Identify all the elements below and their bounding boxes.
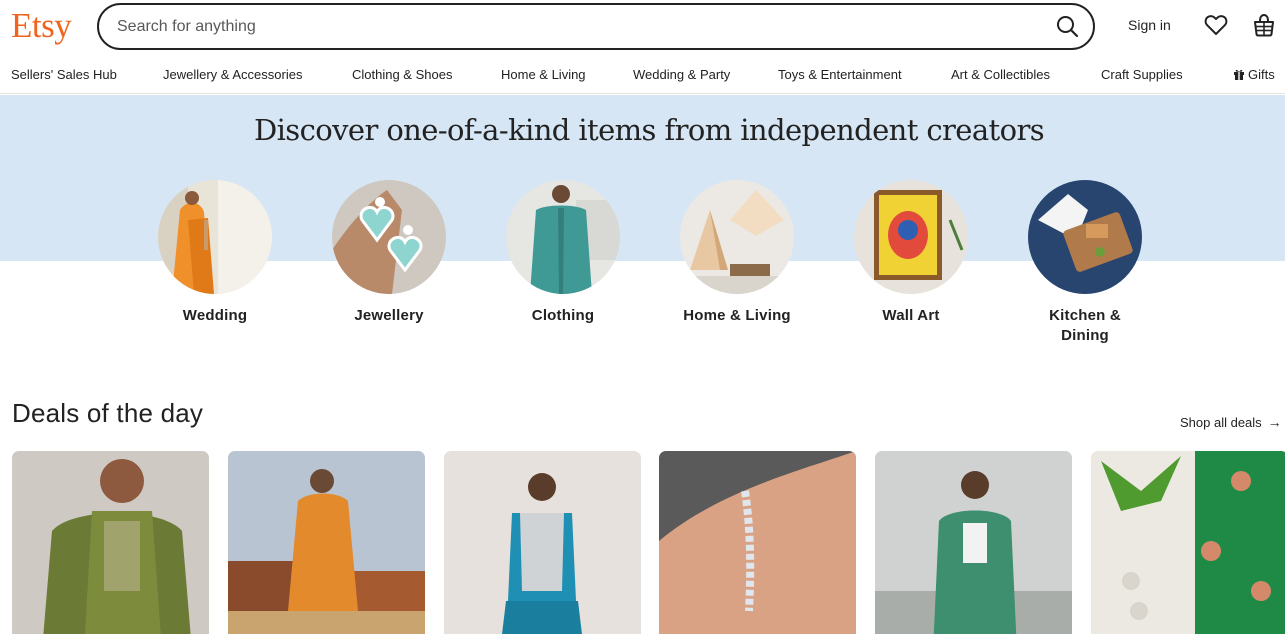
gifts-label: Gifts xyxy=(1248,67,1275,82)
deal-image xyxy=(444,451,641,634)
deal-card[interactable] xyxy=(444,451,641,634)
hero-title: Discover one-of-a-kind items from indepe… xyxy=(253,113,1045,147)
category-jewellery[interactable]: Jewellery xyxy=(302,180,476,326)
nav-item-jewellery-accessories[interactable]: Jewellery & Accessories xyxy=(163,67,302,82)
category-label: Jewellery xyxy=(354,307,424,324)
deal-image xyxy=(228,451,425,634)
nav-item-gifts[interactable]: Gifts xyxy=(1233,67,1275,83)
arrow-right-icon: → xyxy=(1267,414,1282,430)
deal-image xyxy=(12,451,209,634)
nav-item-wedding-party[interactable]: Wedding & Party xyxy=(633,67,730,82)
deal-card[interactable] xyxy=(875,451,1072,634)
etsy-logo[interactable]: Etsy xyxy=(11,6,72,46)
nav-item-toys-entertainment[interactable]: Toys & Entertainment xyxy=(778,67,902,82)
shop-all-deals-label: Shop all deals xyxy=(1180,415,1262,430)
search-input[interactable] xyxy=(117,15,1017,39)
shop-all-deals-link[interactable]: Shop all deals → xyxy=(1180,414,1282,430)
deal-card[interactable] xyxy=(1091,451,1285,634)
category-label: Kitchen & Dining xyxy=(998,306,1172,346)
deals-title: Deals of the day xyxy=(12,398,204,428)
nav-item-art-collectibles[interactable]: Art & Collectibles xyxy=(951,67,1050,82)
sign-in-link[interactable]: Sign in xyxy=(1128,17,1171,33)
deal-image xyxy=(1091,451,1285,634)
nav-item-home-living[interactable]: Home & Living xyxy=(501,67,586,82)
category-label: Home & Living xyxy=(683,307,791,324)
search-bar[interactable] xyxy=(97,3,1095,50)
header: Etsy Sign in xyxy=(0,0,1285,56)
nav-item-craft-supplies[interactable]: Craft Supplies xyxy=(1101,67,1183,82)
deal-image xyxy=(875,451,1072,634)
category-wedding[interactable]: Wedding xyxy=(128,180,302,326)
category-wedding-image xyxy=(158,180,272,294)
category-jewellery-image xyxy=(332,180,446,294)
heart-icon[interactable] xyxy=(1204,14,1228,36)
basket-icon[interactable] xyxy=(1253,13,1275,37)
nav-item-clothing-shoes[interactable]: Clothing & Shoes xyxy=(352,67,452,82)
category-clothing-image xyxy=(506,180,620,294)
category-kitchen-dining[interactable]: Kitchen & Dining xyxy=(998,180,1172,346)
category-nav: Sellers' Sales Hub Jewellery & Accessori… xyxy=(0,56,1285,94)
category-home-living[interactable]: Home & Living xyxy=(650,180,824,326)
deal-image xyxy=(659,451,856,634)
category-label-line: Kitchen & Dining xyxy=(1049,307,1121,344)
category-label: Wall Art xyxy=(882,307,940,324)
category-wall-art[interactable]: Wall Art xyxy=(824,180,998,326)
deal-card[interactable] xyxy=(228,451,425,634)
gift-icon xyxy=(1233,68,1245,83)
category-label: Wedding xyxy=(182,307,248,324)
category-label: Clothing xyxy=(531,307,595,324)
deal-card[interactable] xyxy=(12,451,209,634)
category-clothing[interactable]: Clothing xyxy=(476,180,650,326)
category-home-living-image xyxy=(680,180,794,294)
nav-item-sellers-sales-hub[interactable]: Sellers' Sales Hub xyxy=(11,67,117,82)
category-wall-art-image xyxy=(854,180,968,294)
deal-card[interactable] xyxy=(659,451,856,634)
search-icon[interactable] xyxy=(1055,14,1081,40)
category-kitchen-dining-image xyxy=(1028,180,1142,294)
